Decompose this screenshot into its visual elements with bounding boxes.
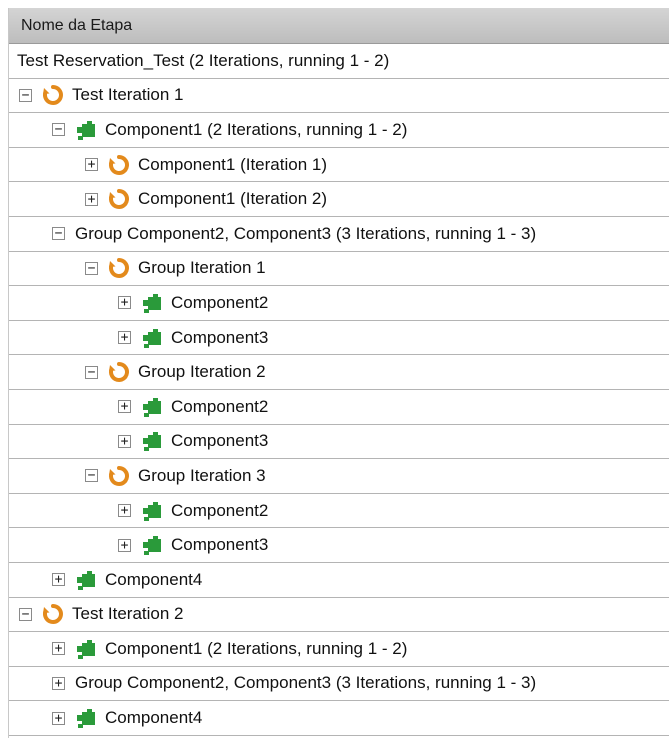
component-icon [141, 500, 163, 522]
component-icon [141, 430, 163, 452]
tree-row[interactable]: − Component1 (2 Iterations, running 1 - 2… [9, 113, 669, 148]
collapse-icon[interactable]: − [52, 227, 65, 241]
component-icon [141, 396, 163, 418]
tree-row[interactable]: + Component1 (Iteration 1) [9, 148, 669, 183]
tree-row[interactable]: + Component2 [9, 390, 669, 425]
tree-row[interactable]: + Component2 [9, 494, 669, 529]
iteration-icon [108, 154, 130, 176]
tree-row-label: Component1 (Iteration 2) [138, 189, 327, 209]
component-icon [75, 119, 97, 141]
tree-row-label: Component1 (2 Iterations, running 1 - 2) [105, 119, 408, 139]
expand-icon[interactable]: + [52, 676, 65, 690]
tree-row-label: Component3 [171, 431, 269, 451]
column-header-label: Nome da Etapa [21, 16, 133, 34]
tree-row[interactable]: + Component3 [9, 425, 669, 460]
expand-icon[interactable]: + [52, 711, 65, 725]
iteration-icon [108, 188, 130, 210]
tree-row-label: Component3 [171, 535, 269, 555]
expand-icon[interactable]: + [118, 400, 131, 414]
tree-rows: Test Reservation_Test (2 Iterations, run… [9, 44, 669, 736]
collapse-icon[interactable]: − [19, 88, 32, 102]
tree-row-label: Component2 [171, 500, 269, 520]
collapse-icon[interactable]: − [85, 365, 98, 379]
expand-icon[interactable]: + [118, 504, 131, 518]
component-icon [141, 327, 163, 349]
collapse-icon[interactable]: − [52, 123, 65, 137]
tree-row[interactable]: + Component1 (Iteration 2) [9, 182, 669, 217]
tree-row-label: Group Iteration 1 [138, 258, 266, 278]
iteration-icon [42, 603, 64, 625]
expand-icon[interactable]: + [118, 434, 131, 448]
tree-row[interactable]: + Group Component2, Component3 (3 Iterati… [9, 667, 669, 702]
tree-row-label: Test Iteration 2 [72, 604, 184, 624]
collapse-icon[interactable]: − [85, 469, 98, 483]
column-header-step-name[interactable]: Nome da Etapa [9, 8, 669, 44]
tree-row-label: Component1 (2 Iterations, running 1 - 2) [105, 638, 408, 658]
component-icon [75, 569, 97, 591]
iteration-icon [108, 361, 130, 383]
tree-row[interactable]: − Group Iteration 2 [9, 355, 669, 390]
component-icon [75, 707, 97, 729]
tree-row-label: Component3 [171, 327, 269, 347]
tree-row-label: Group Iteration 3 [138, 465, 266, 485]
tree-row-label: Group Component2, Component3 (3 Iteratio… [75, 673, 537, 693]
tree-row[interactable]: + Component1 (2 Iterations, running 1 - 2… [9, 632, 669, 667]
expand-icon[interactable]: + [118, 296, 131, 310]
tree-row[interactable]: + Component3 [9, 528, 669, 563]
iteration-icon [108, 465, 130, 487]
tree-row-label: Test Iteration 1 [72, 85, 184, 105]
expand-icon[interactable]: + [85, 192, 98, 206]
tree-row[interactable]: − Test Iteration 2 [9, 598, 669, 633]
tree-row[interactable]: − Group Iteration 1 [9, 252, 669, 287]
component-icon [141, 534, 163, 556]
tree-row-label: Component2 [171, 292, 269, 312]
tree-row-label: Group Component2, Component3 (3 Iteratio… [75, 223, 537, 243]
tree-row[interactable]: + Component3 [9, 321, 669, 356]
tree-row-label: Component1 (Iteration 1) [138, 154, 327, 174]
tree-row[interactable]: − Group Iteration 3 [9, 459, 669, 494]
tree-row[interactable]: + Component2 [9, 286, 669, 321]
tree-row[interactable]: + Component4 [9, 701, 669, 736]
tree-row[interactable]: Test Reservation_Test (2 Iterations, run… [9, 44, 669, 79]
collapse-icon[interactable]: − [85, 261, 98, 275]
tree-row[interactable]: − Group Component2, Component3 (3 Iterati… [9, 217, 669, 252]
expand-icon[interactable]: + [118, 538, 131, 552]
tree-row-label: Group Iteration 2 [138, 362, 266, 382]
iteration-icon [108, 257, 130, 279]
tree-row-label: Test Reservation_Test (2 Iterations, run… [17, 50, 390, 70]
tree-row[interactable]: + Component4 [9, 563, 669, 598]
iteration-icon [42, 84, 64, 106]
tree-row[interactable]: − Test Iteration 1 [9, 79, 669, 114]
expand-icon[interactable]: + [52, 642, 65, 656]
component-icon [141, 292, 163, 314]
test-steps-tree: Nome da Etapa Test Reservation_Test (2 I… [8, 8, 669, 738]
component-icon [75, 638, 97, 660]
collapse-icon[interactable]: − [19, 607, 32, 621]
tree-row-label: Component4 [105, 569, 203, 589]
expand-icon[interactable]: + [85, 158, 98, 172]
expand-icon[interactable]: + [52, 573, 65, 587]
expand-icon[interactable]: + [118, 331, 131, 345]
tree-row-label: Component2 [171, 396, 269, 416]
tree-row-label: Component4 [105, 708, 203, 728]
